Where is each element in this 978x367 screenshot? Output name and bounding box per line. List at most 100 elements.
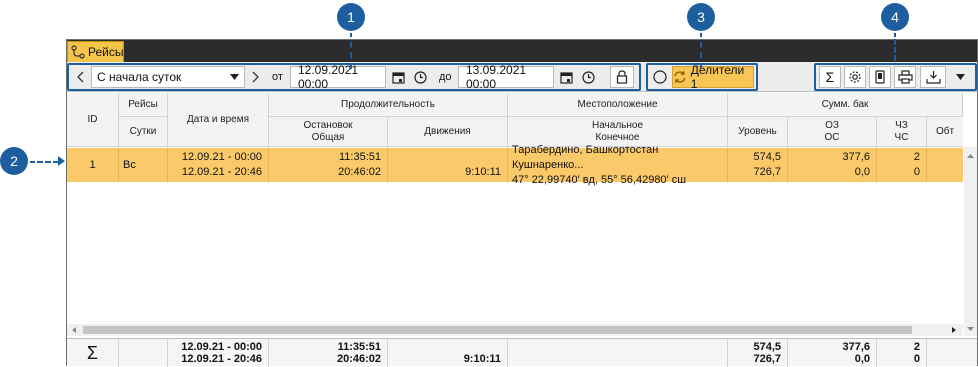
total-oz: 377,6 0,0 xyxy=(788,339,877,367)
col-id[interactable]: ID xyxy=(67,93,119,147)
col-oz-label: ОЗ xyxy=(825,119,839,131)
scroll-down-icon xyxy=(967,327,974,331)
callout-3: 3 xyxy=(687,3,715,31)
col-movement[interactable]: Движения xyxy=(388,117,508,147)
cell-level: 574,5 726,7 xyxy=(728,148,788,182)
total-datetime-start: 12.09.21 - 00:00 xyxy=(181,341,262,353)
total-movement: 9:10:11 xyxy=(388,339,508,367)
total-os-value: 0,0 xyxy=(854,353,870,365)
scroll-corner xyxy=(964,324,977,336)
from-datetime-value: 12.09.2021 00:00 xyxy=(298,63,359,91)
tab-trips[interactable]: Рейсы xyxy=(67,41,124,62)
total-oz-value: 377,6 xyxy=(842,341,870,353)
cell-chz-value: 2 xyxy=(913,151,920,163)
callout-number: 1 xyxy=(347,9,355,25)
cell-stops: 11:35:51 xyxy=(338,151,381,163)
col-total-label: Общая xyxy=(311,131,345,143)
callout-2-arrow xyxy=(58,156,65,166)
print-button[interactable] xyxy=(894,66,916,88)
prev-period-button[interactable] xyxy=(71,66,89,88)
col-duration[interactable]: Продолжительность xyxy=(269,93,508,117)
callout-1-line xyxy=(350,31,352,69)
col-stops-total[interactable]: Остановок Общая xyxy=(269,117,388,147)
to-calendar-button[interactable] xyxy=(556,66,576,88)
total-level: 574,5 726,7 xyxy=(728,339,788,367)
cell-day: Вс xyxy=(119,148,168,182)
col-tank[interactable]: Сумм. бак xyxy=(728,93,963,117)
to-time-button[interactable] xyxy=(578,66,598,88)
period-select-value: С начала суток xyxy=(97,70,182,84)
col-chz[interactable]: ЧЗ ЧС xyxy=(877,117,927,147)
total-level-end: 726,7 xyxy=(753,353,781,365)
col-chz-label: ЧЗ xyxy=(895,119,908,131)
cell-location-end: 47° 22,99740' вд, 55° 56,42980' сш xyxy=(512,173,687,186)
tab-label: Рейсы xyxy=(88,45,124,59)
dividers-button[interactable]: Делители 1 xyxy=(672,63,754,91)
total-chz-value: 2 xyxy=(913,341,920,353)
col-obt[interactable]: Обт xyxy=(927,117,963,147)
gear-icon xyxy=(849,71,861,83)
cell-oz-value: 377,6 xyxy=(842,151,870,163)
chevron-left-icon xyxy=(77,71,84,83)
total-datetime: 12.09.21 - 00:00 12.09.21 - 20:46 xyxy=(168,339,269,367)
cell-id-value: 1 xyxy=(89,158,96,171)
mobile-button[interactable] xyxy=(869,66,891,88)
totals-row: Σ 12.09.21 - 00:00 12.09.21 - 20:46 11:3… xyxy=(67,338,977,367)
cell-stops-total: 11:35:51 20:46:02 xyxy=(269,148,388,182)
route-icon xyxy=(71,45,85,59)
export-button[interactable] xyxy=(920,66,946,88)
table-row[interactable]: 1 Вс 12.09.21 - 00:00 12.09.21 - 20:46 1… xyxy=(67,144,963,186)
cell-movement-value: 9:10:11 xyxy=(465,166,501,178)
col-day[interactable]: Сутки xyxy=(119,117,168,147)
refresh-icon xyxy=(674,71,686,83)
settings-button[interactable] xyxy=(844,66,866,88)
cell-level-end: 726,7 xyxy=(753,166,781,178)
sigma-icon: Σ xyxy=(86,343,99,363)
next-period-button[interactable] xyxy=(247,66,265,88)
callout-2: 2 xyxy=(0,147,28,175)
col-oz[interactable]: ОЗ ОС xyxy=(788,117,877,147)
col-trips[interactable]: Рейсы xyxy=(119,93,168,117)
sum-symbol: Σ xyxy=(67,339,119,367)
dropdown-arrow-icon xyxy=(955,74,965,80)
export-dropdown-button[interactable] xyxy=(950,66,970,88)
callout-number: 2 xyxy=(10,153,18,169)
cell-level-start: 574,5 xyxy=(753,151,781,163)
callout-number: 4 xyxy=(891,9,899,25)
from-datetime-input[interactable]: 12.09.2021 00:00 xyxy=(290,63,386,91)
cell-datetime-end: 12.09.21 - 20:46 xyxy=(181,166,262,178)
cell-movement: 9:10:11 xyxy=(388,148,508,182)
col-location-start-label: Начальное xyxy=(591,119,644,131)
period-select[interactable]: С начала суток xyxy=(91,66,245,88)
to-label: до xyxy=(439,71,452,83)
col-stops-label: Остановок xyxy=(303,119,353,131)
dividers-toggle[interactable] xyxy=(650,66,670,88)
total-level-start: 574,5 xyxy=(753,341,781,353)
sum-button[interactable]: Σ xyxy=(819,66,841,88)
col-datetime[interactable]: Дата и время xyxy=(168,93,269,147)
export-icon xyxy=(925,71,941,84)
vertical-scrollbar[interactable] xyxy=(964,147,977,336)
col-os-label: ОС xyxy=(824,131,840,143)
lock-icon xyxy=(616,70,628,84)
col-level[interactable]: Уровень xyxy=(728,117,788,147)
callout-2-line xyxy=(29,161,59,163)
horizontal-scrollbar[interactable] xyxy=(67,324,963,336)
from-time-button[interactable] xyxy=(410,66,430,88)
printer-icon xyxy=(897,70,913,84)
to-datetime-value: 13.09.2021 00:00 xyxy=(466,63,527,91)
cell-location: Тарабердино, Башкортостан Кушнаренко... … xyxy=(508,144,728,186)
cell-chz: 2 0 xyxy=(877,148,927,182)
horizontal-scroll-thumb[interactable] xyxy=(83,326,912,334)
callout-4-line xyxy=(894,31,896,61)
clock-icon xyxy=(413,70,427,84)
lock-button[interactable] xyxy=(610,66,634,88)
scroll-right-icon xyxy=(952,327,956,333)
sigma-icon: Σ xyxy=(825,69,835,85)
to-datetime-input[interactable]: 13.09.2021 00:00 xyxy=(458,63,554,91)
from-calendar-button[interactable] xyxy=(388,66,408,88)
col-location[interactable]: Местоположение xyxy=(508,93,728,117)
cell-chs-value: 0 xyxy=(913,166,920,178)
table-header: ID Рейсы Сутки Дата и время Продолжитель… xyxy=(67,93,963,147)
total-total: 20:46:02 xyxy=(336,353,381,365)
